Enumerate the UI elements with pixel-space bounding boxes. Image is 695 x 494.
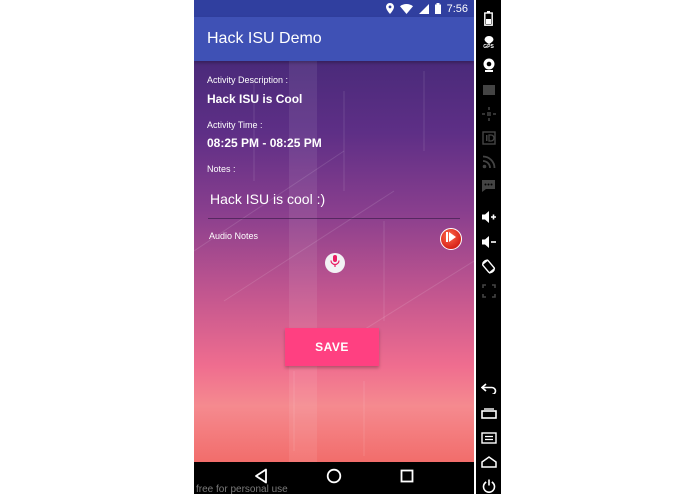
status-time: 7:56 (446, 2, 468, 15)
record-audio-button[interactable] (325, 253, 345, 273)
identifier-control-button[interactable] (478, 128, 499, 148)
back-arrow-icon (480, 382, 497, 394)
home-button[interactable] (322, 466, 346, 490)
dpad-icon (481, 107, 496, 121)
emulator-menu-button[interactable] (478, 428, 499, 448)
chat-bubble-icon (481, 179, 496, 193)
webcam-icon (482, 58, 496, 72)
gps-icon (483, 36, 495, 44)
activity-time-value: 08:25 PM - 08:25 PM (207, 136, 322, 150)
battery-icon (434, 3, 441, 14)
recents-button[interactable] (395, 466, 419, 490)
emulator-back-button[interactable] (478, 378, 499, 398)
status-bar: 7:56 (194, 0, 474, 17)
battery-icon (484, 10, 493, 26)
id-card-icon (481, 131, 496, 145)
app-bar: Hack ISU Demo (194, 17, 474, 61)
rss-icon (482, 155, 496, 169)
volume-down-icon (481, 235, 497, 249)
app-title: Hack ISU Demo (207, 30, 322, 47)
fullscreen-corners-icon (481, 284, 496, 298)
recents-square-icon (400, 469, 414, 488)
power-icon (482, 479, 496, 493)
notes-input[interactable] (208, 179, 460, 219)
dpad-control-button[interactable] (478, 104, 499, 124)
cell-signal-icon (418, 3, 429, 14)
overview-stack-icon (480, 407, 497, 419)
wifi-icon (399, 3, 413, 14)
volume-down-button[interactable] (478, 232, 499, 252)
rotate-button[interactable] (478, 256, 499, 276)
remote-control-button[interactable] (478, 80, 499, 100)
home-house-icon (480, 456, 497, 468)
rotate-screen-icon (481, 258, 496, 274)
activity-description-value: Hack ISU is Cool (207, 92, 303, 106)
activity-form: Activity Description : Hack ISU is Cool … (194, 61, 474, 462)
scale-button[interactable] (478, 281, 499, 301)
emulator-power-button[interactable] (478, 476, 499, 494)
volume-up-icon (481, 210, 497, 224)
activity-description-label: Activity Description : (207, 75, 289, 85)
home-circle-icon (326, 468, 342, 489)
gps-label: GPS (483, 44, 494, 50)
volume-up-button[interactable] (478, 207, 499, 227)
emulator-stage: 7:56 Hack ISU Demo Activity Description … (0, 0, 695, 494)
save-button[interactable]: SAVE (285, 328, 379, 366)
gps-control-button[interactable]: GPS (478, 33, 499, 53)
play-icon (445, 230, 457, 248)
battery-control-button[interactable] (478, 8, 499, 28)
phone-screen: 7:56 Hack ISU Demo Activity Description … (194, 0, 474, 494)
menu-lines-icon (480, 432, 497, 444)
watermark-text: free for personal use (196, 484, 288, 494)
activity-time-label: Activity Time : (207, 120, 263, 130)
emulator-toolbar: GPS (476, 0, 501, 494)
camera-control-button[interactable] (478, 55, 499, 75)
emulator-home-button[interactable] (478, 452, 499, 472)
sms-control-button[interactable] (478, 176, 499, 196)
notes-label: Notes : (207, 164, 236, 174)
location-icon (385, 3, 394, 14)
network-control-button[interactable] (478, 152, 499, 172)
clapperboard-icon (482, 84, 496, 96)
audio-notes-label: Audio Notes (209, 231, 259, 241)
play-audio-button[interactable] (440, 228, 462, 250)
microphone-icon (330, 254, 340, 272)
emulator-overview-button[interactable] (478, 403, 499, 423)
